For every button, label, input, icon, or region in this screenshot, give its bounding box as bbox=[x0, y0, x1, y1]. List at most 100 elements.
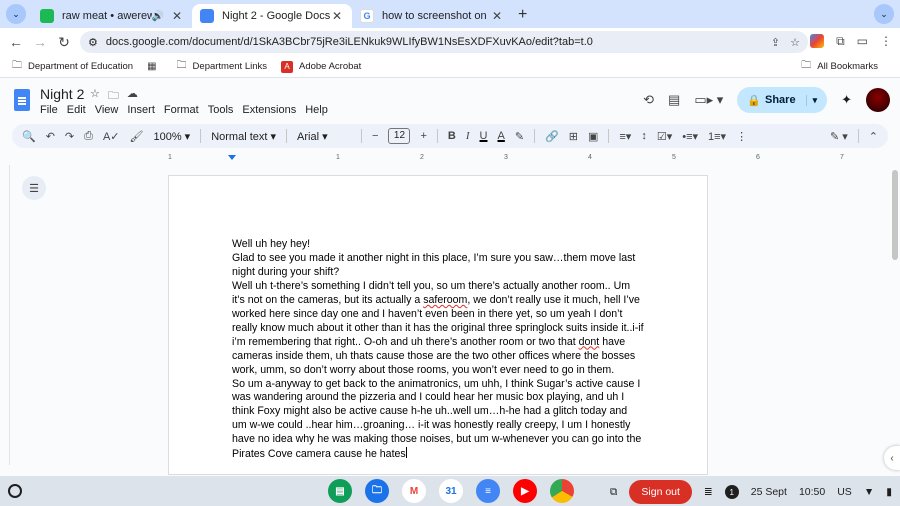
line-spacing-icon[interactable]: ↕ bbox=[641, 130, 647, 142]
bookmark-apps[interactable]: ▦ bbox=[147, 61, 162, 72]
notification-badge[interactable]: 1 bbox=[724, 485, 739, 499]
battery-icon[interactable]: ▮ bbox=[886, 486, 892, 498]
speaker-icon[interactable]: 🔊 bbox=[152, 11, 164, 22]
bulleted-list-icon[interactable]: •≡▾ bbox=[682, 130, 698, 143]
time-label[interactable]: 10:50 bbox=[799, 486, 825, 498]
menu-format[interactable]: Format bbox=[164, 104, 199, 116]
gmail-icon[interactable]: M bbox=[402, 479, 426, 503]
tab-search-button[interactable]: ⌄ bbox=[6, 4, 26, 24]
document-outline-button[interactable]: ☰ bbox=[22, 176, 46, 200]
document-title[interactable]: Night 2 bbox=[40, 86, 84, 102]
numbered-list-icon[interactable]: 1≡▾ bbox=[708, 130, 726, 143]
close-tab-icon[interactable]: ✕ bbox=[170, 9, 184, 23]
insert-comment-icon[interactable]: ⊞ bbox=[569, 130, 578, 143]
redo-icon[interactable]: ↷ bbox=[65, 130, 74, 143]
new-tab-button[interactable]: + bbox=[518, 6, 527, 24]
docs-logo-icon[interactable] bbox=[14, 89, 30, 111]
font-size-input[interactable]: 12 bbox=[388, 128, 411, 144]
install-app-icon[interactable]: ⇪ bbox=[771, 36, 780, 49]
checklist-icon[interactable]: ☑▾ bbox=[657, 130, 672, 143]
paragraph[interactable]: Well uh t-there’s something I didn’t tel… bbox=[232, 280, 644, 378]
share-button[interactable]: 🔒 Share ▾ bbox=[737, 87, 828, 113]
bold-icon[interactable]: B bbox=[448, 130, 456, 142]
url-text[interactable]: docs.google.com/document/d/1SkA3BCbr75jR… bbox=[106, 36, 593, 48]
font-select[interactable]: Arial ▾ bbox=[297, 130, 351, 143]
reload-icon[interactable]: ↻ bbox=[52, 34, 76, 51]
highlight-color-icon[interactable]: ✎ bbox=[515, 130, 524, 143]
avatar[interactable] bbox=[866, 88, 890, 112]
split-view-icon[interactable]: ▭ bbox=[857, 34, 868, 49]
style-select[interactable]: Normal text ▾ bbox=[211, 130, 276, 143]
underline-icon[interactable]: U bbox=[480, 130, 488, 142]
wifi-icon[interactable]: ▼ bbox=[864, 486, 874, 498]
classroom-icon[interactable]: ▤ bbox=[328, 479, 352, 503]
youtube-icon[interactable]: ▶ bbox=[513, 479, 537, 503]
more-menu-icon[interactable]: ⋮ bbox=[880, 34, 892, 49]
increase-font-size-icon[interactable]: + bbox=[420, 130, 426, 142]
align-icon[interactable]: ≡▾ bbox=[619, 130, 631, 143]
gemini-icon[interactable]: ✦ bbox=[841, 92, 852, 108]
vertical-scrollbar[interactable] bbox=[892, 170, 898, 260]
sign-out-button[interactable]: Sign out bbox=[629, 480, 692, 504]
menu-file[interactable]: File bbox=[40, 104, 58, 116]
paint-format-icon[interactable]: 🖌 bbox=[130, 130, 144, 143]
extension-icon[interactable] bbox=[810, 34, 825, 48]
site-info-icon[interactable]: ⚙ bbox=[88, 36, 98, 49]
insert-link-icon[interactable]: 🔗 bbox=[545, 130, 559, 143]
clipboard-icon[interactable]: ≣ bbox=[704, 486, 713, 498]
document-body[interactable]: Well uh hey hey! Glad to see you made it… bbox=[232, 238, 644, 462]
menu-help[interactable]: Help bbox=[305, 104, 328, 116]
bookmark-department-links[interactable]: 🗀 Department Links bbox=[177, 58, 267, 75]
browser-tab-3[interactable]: G how to screenshot on school, l ✕ bbox=[352, 4, 512, 28]
window-controls-button[interactable]: ⌄ bbox=[874, 4, 894, 24]
calendar-icon[interactable]: 31 bbox=[439, 479, 463, 503]
paragraph[interactable]: So um a-anyway to get back to the animat… bbox=[232, 378, 644, 463]
locale-label[interactable]: US bbox=[837, 486, 852, 498]
spellcheck-icon[interactable]: A✓ bbox=[103, 130, 120, 143]
launcher-icon[interactable] bbox=[8, 484, 22, 498]
chrome-icon[interactable] bbox=[550, 479, 574, 503]
text-color-icon[interactable]: A bbox=[497, 130, 504, 142]
collapse-menus-icon[interactable]: ⌃ bbox=[869, 130, 878, 143]
more-options-icon[interactable]: ⋮ bbox=[736, 130, 747, 143]
forward-arrow-icon[interactable]: → bbox=[28, 34, 52, 50]
browser-tab-1[interactable]: raw meat • awerewa 🔊 ✕ bbox=[32, 4, 192, 28]
bookmark-star-icon[interactable]: ☆ bbox=[790, 36, 800, 49]
extensions-puzzle-icon[interactable]: ⧉ bbox=[836, 34, 845, 49]
insert-image-icon[interactable]: ▣ bbox=[588, 130, 598, 143]
menu-tools[interactable]: Tools bbox=[208, 104, 234, 116]
menu-view[interactable]: View bbox=[95, 104, 119, 116]
paragraph[interactable]: Glad to see you made it another night in… bbox=[232, 252, 644, 280]
decrease-font-size-icon[interactable]: − bbox=[372, 130, 378, 142]
italic-icon[interactable]: I bbox=[466, 130, 470, 142]
back-arrow-icon[interactable]: ← bbox=[4, 34, 28, 50]
close-tab-icon[interactable]: ✕ bbox=[330, 9, 344, 23]
zoom-select[interactable]: 100% ▾ bbox=[153, 130, 190, 143]
editing-mode-icon[interactable]: ✎ ▾ bbox=[830, 130, 848, 143]
bookmark-adobe-acrobat[interactable]: A Adobe Acrobat bbox=[281, 60, 361, 73]
share-dropdown-icon[interactable]: ▾ bbox=[805, 94, 817, 106]
address-bar[interactable]: ⚙ docs.google.com/document/d/1SkA3BCbr75… bbox=[80, 31, 808, 53]
side-panel-toggle[interactable]: ‹ bbox=[884, 446, 900, 470]
folder-icon: 🗀 bbox=[176, 60, 187, 71]
close-tab-icon[interactable]: ✕ bbox=[490, 9, 504, 23]
horizontal-ruler[interactable]: 1 1 2 3 4 5 6 7 bbox=[168, 154, 844, 164]
all-bookmarks[interactable]: 🗀 All Bookmarks bbox=[801, 58, 878, 75]
print-icon[interactable]: ⎙ bbox=[84, 130, 93, 143]
menu-insert[interactable]: Insert bbox=[127, 104, 155, 116]
bookmark-department-of-education[interactable]: 🗀 Department of Education bbox=[12, 58, 133, 75]
menu-extensions[interactable]: Extensions bbox=[242, 104, 296, 116]
screen-capture-icon[interactable]: ⧉ bbox=[610, 486, 618, 499]
version-history-icon[interactable]: ⟲ bbox=[643, 92, 654, 108]
menu-edit[interactable]: Edit bbox=[67, 104, 86, 116]
search-menus-icon[interactable]: 🔍 bbox=[22, 130, 36, 143]
browser-tab-2[interactable]: Night 2 - Google Docs ✕ bbox=[192, 4, 352, 28]
date-label[interactable]: 25 Sept bbox=[751, 486, 787, 498]
docs-icon[interactable]: ≡ bbox=[476, 479, 500, 503]
undo-icon[interactable]: ↶ bbox=[46, 130, 55, 143]
comments-icon[interactable]: ▤ bbox=[668, 92, 680, 108]
meet-video-icon[interactable]: ▭▸ ▾ bbox=[694, 92, 723, 108]
paragraph[interactable]: Well uh hey hey! bbox=[232, 238, 644, 252]
files-icon[interactable]: 🗀 bbox=[365, 479, 389, 503]
indent-marker[interactable] bbox=[228, 155, 236, 160]
